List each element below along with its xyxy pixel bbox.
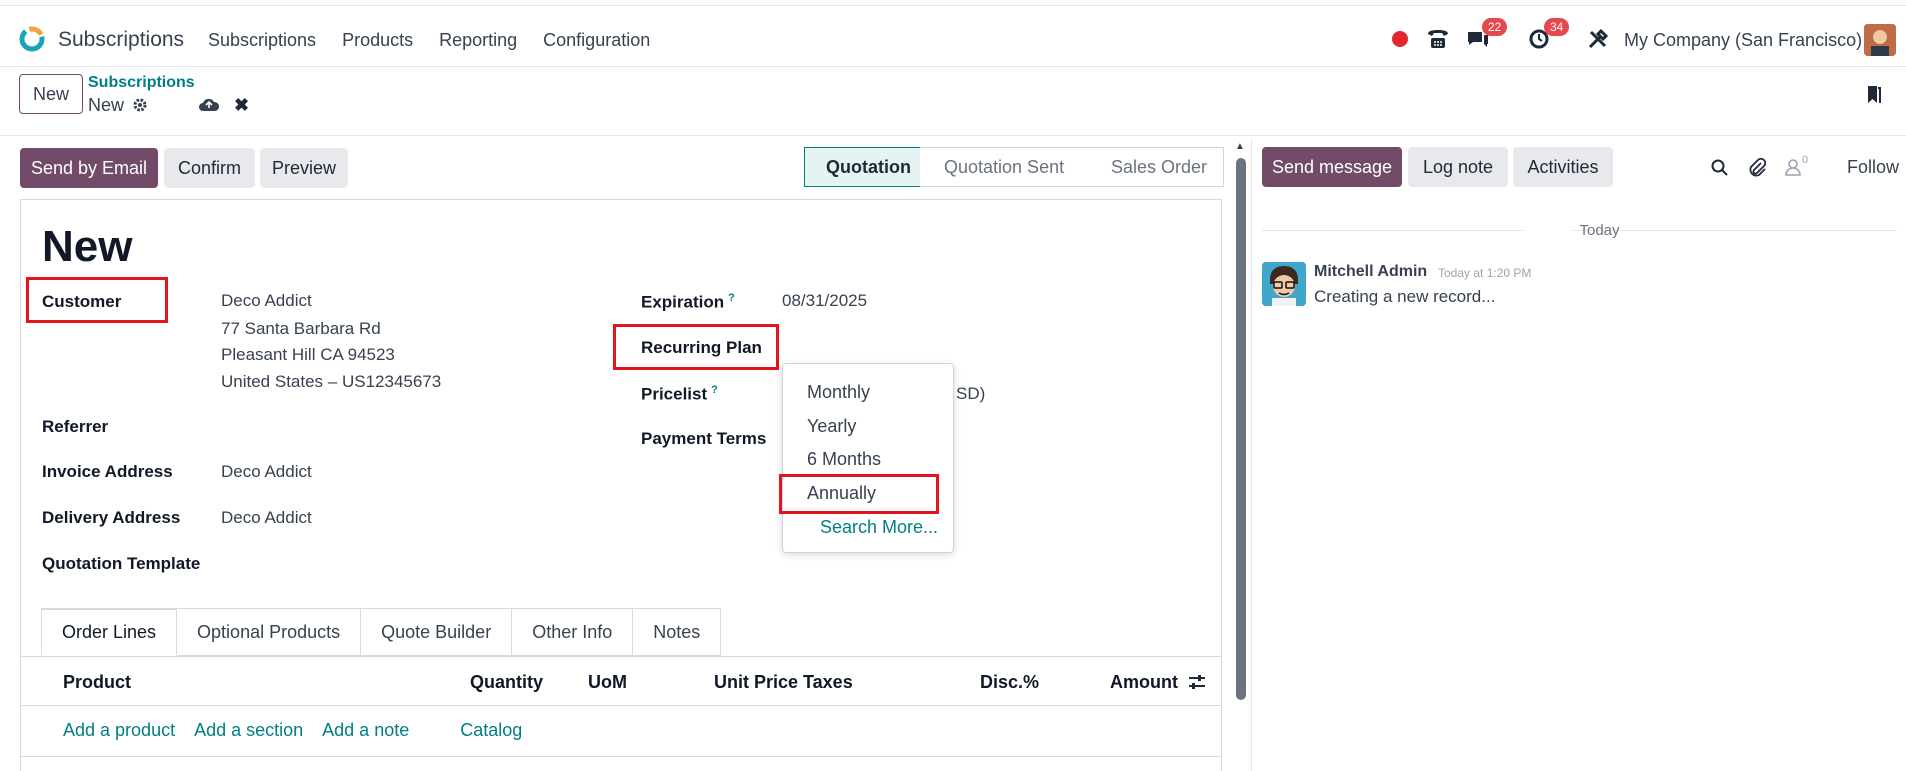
record-title[interactable]: New: [42, 222, 132, 272]
top-navbar: Subscriptions Subscriptions Products Rep…: [0, 5, 1906, 67]
followers-icon[interactable]: [1784, 158, 1802, 176]
user-avatar[interactable]: [1864, 24, 1896, 56]
column-discount[interactable]: Disc.%: [980, 672, 1039, 693]
column-quantity[interactable]: Quantity: [470, 672, 543, 693]
preview-button[interactable]: Preview: [260, 148, 348, 188]
add-line-links: Add a product Add a section Add a note C…: [63, 720, 522, 741]
tab-quote-builder[interactable]: Quote Builder: [361, 608, 513, 656]
menu-configuration[interactable]: Configuration: [543, 30, 650, 51]
search-more-link[interactable]: Search More...: [820, 517, 938, 538]
order-lines-header: Product Quantity UoM Unit Price Taxes Di…: [20, 656, 1222, 706]
today-separator: Today: [1579, 222, 1620, 239]
tab-notes[interactable]: Notes: [633, 608, 722, 656]
new-button[interactable]: New: [19, 74, 83, 114]
payment-terms-label: Payment Terms: [641, 429, 767, 448]
discard-icon[interactable]: ✖: [234, 95, 249, 116]
phone-icon[interactable]: [1426, 24, 1450, 54]
activities-icon[interactable]: 34: [1528, 18, 1570, 54]
column-amount[interactable]: Amount: [1110, 672, 1178, 693]
message-timestamp: Today at 1:20 PM: [1438, 266, 1532, 280]
recurring-plan-dropdown: Monthly Yearly 6 Months Annually Search …: [779, 363, 954, 553]
customer-address-line2: Pleasant Hill CA 94523: [221, 345, 395, 364]
column-unit-price[interactable]: Unit Price: [714, 672, 798, 693]
activities-badge: 34: [1544, 18, 1570, 36]
confirm-button[interactable]: Confirm: [164, 148, 255, 188]
breadcrumb-current: New: [88, 95, 125, 115]
recording-dot-icon[interactable]: [1392, 24, 1408, 54]
customer-address-line1: 77 Santa Barbara Rd: [221, 319, 381, 338]
followers-count: 0: [1802, 154, 1809, 166]
app-name[interactable]: Subscriptions: [58, 28, 184, 52]
invoice-address-field[interactable]: Deco Addict: [221, 459, 312, 485]
company-switcher[interactable]: My Company (San Francisco): [1624, 30, 1862, 51]
menu-products[interactable]: Products: [342, 30, 413, 51]
app-logo-icon[interactable]: [18, 25, 46, 53]
menu-reporting[interactable]: Reporting: [439, 30, 517, 51]
option-monthly[interactable]: Monthly: [807, 382, 870, 403]
quotation-template-label: Quotation Template: [42, 554, 201, 573]
add-section-link[interactable]: Add a section: [194, 720, 303, 741]
follow-button[interactable]: Follow: [1847, 157, 1899, 178]
expiration-field[interactable]: 08/31/2025: [782, 288, 867, 314]
add-note-link[interactable]: Add a note: [322, 720, 409, 741]
stage-quotation-sent[interactable]: Quotation Sent: [920, 147, 1094, 187]
messages-badge: 22: [1482, 18, 1508, 36]
column-product[interactable]: Product: [63, 672, 131, 693]
send-message-button[interactable]: Send message: [1262, 147, 1402, 187]
status-bar: Quotation Quotation Sent Sales Order: [804, 147, 1224, 187]
log-note-button[interactable]: Log note: [1408, 147, 1508, 187]
send-by-email-button[interactable]: Send by Email: [20, 148, 158, 188]
search-icon[interactable]: [1711, 159, 1729, 177]
pricelist-label: Pricelist?: [641, 384, 718, 404]
tab-order-lines[interactable]: Order Lines: [41, 608, 178, 656]
column-settings-icon[interactable]: [1188, 673, 1206, 691]
expiration-label: Expiration?: [641, 292, 735, 312]
add-product-link[interactable]: Add a product: [63, 720, 175, 741]
pricelist-field[interactable]: SD): [956, 381, 985, 407]
save-cloud-icon[interactable]: [198, 96, 220, 112]
customer-address-line3: United States – US12345673: [221, 372, 442, 391]
tab-other-info[interactable]: Other Info: [512, 608, 634, 656]
column-taxes[interactable]: Taxes: [803, 672, 853, 693]
option-6-months[interactable]: 6 Months: [807, 449, 881, 470]
stage-quotation[interactable]: Quotation: [804, 147, 934, 187]
control-panel: New Subscriptions New ✖: [0, 68, 1906, 136]
option-yearly[interactable]: Yearly: [807, 416, 856, 437]
bookmark-icon[interactable]: [1866, 84, 1882, 106]
menu-subscriptions[interactable]: Subscriptions: [208, 30, 316, 51]
recurring-plan-label: Recurring Plan: [641, 338, 762, 357]
breadcrumb-parent[interactable]: Subscriptions: [88, 74, 195, 92]
paperclip-icon[interactable]: [1748, 157, 1766, 179]
delivery-address-field[interactable]: Deco Addict: [221, 505, 312, 531]
main-menu: Subscriptions Products Reporting Configu…: [208, 30, 676, 51]
delivery-address-label: Delivery Address: [42, 508, 181, 527]
invoice-address-label: Invoice Address: [42, 462, 173, 481]
highlight-annually: [779, 474, 939, 514]
stage-sales-order[interactable]: Sales Order: [1080, 147, 1224, 187]
scroll-up-arrow-icon[interactable]: ▲: [1235, 141, 1245, 152]
catalog-link[interactable]: Catalog: [460, 720, 522, 741]
activities-button[interactable]: Activities: [1513, 147, 1613, 187]
author-avatar[interactable]: [1262, 262, 1306, 306]
table-bottom-divider: [20, 756, 1222, 757]
scrollbar-thumb[interactable]: [1236, 158, 1246, 700]
help-icon[interactable]: ?: [711, 384, 718, 396]
messages-icon[interactable]: 22: [1466, 18, 1508, 54]
help-icon[interactable]: ?: [728, 292, 735, 304]
column-uom[interactable]: UoM: [588, 672, 627, 693]
referrer-label: Referrer: [42, 417, 109, 436]
customer-label: Customer: [42, 292, 122, 311]
message-body: Creating a new record...: [1314, 287, 1496, 306]
chatter-panel: Send message Log note Activities 0 Follo…: [1251, 138, 1906, 771]
tab-optional-products[interactable]: Optional Products: [177, 608, 362, 656]
customer-name[interactable]: Deco Addict: [221, 288, 312, 314]
form-tabs: Order Lines Optional Products Quote Buil…: [41, 608, 722, 656]
message-author[interactable]: Mitchell Admin: [1314, 263, 1427, 281]
gear-icon[interactable]: [132, 97, 148, 113]
tools-icon[interactable]: [1587, 24, 1609, 54]
